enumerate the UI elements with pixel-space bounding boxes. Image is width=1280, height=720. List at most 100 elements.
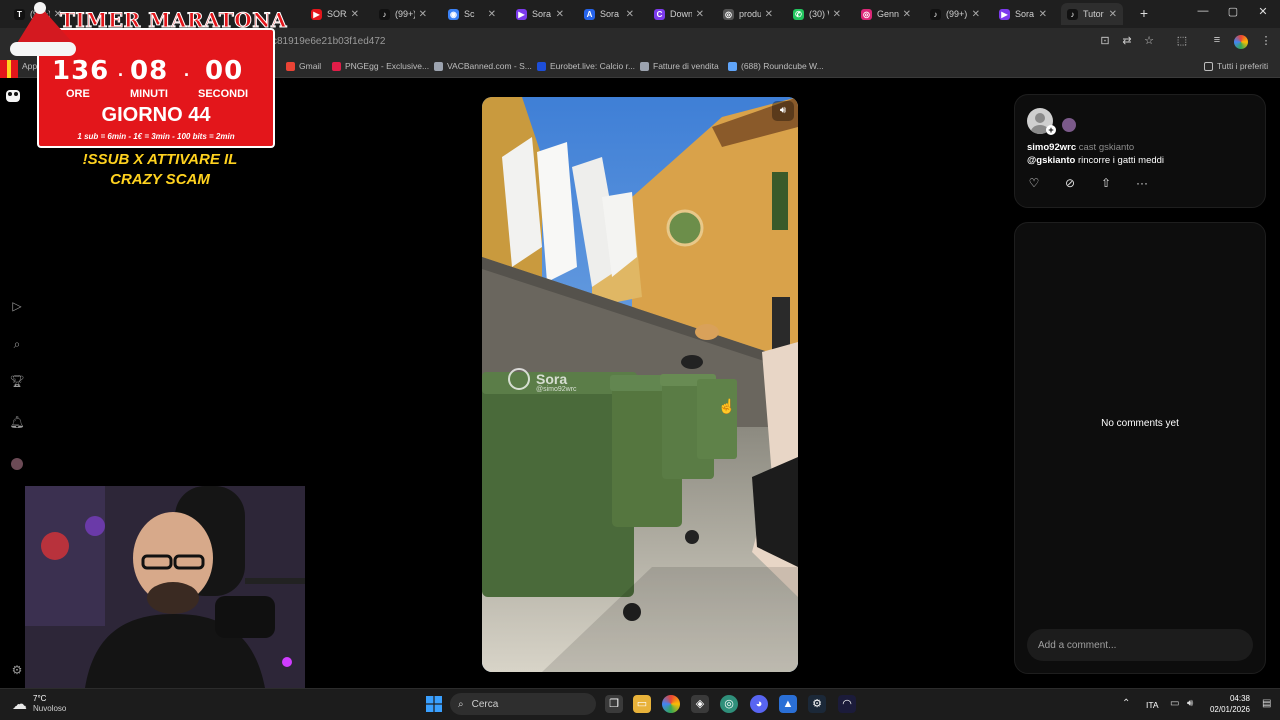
minimize-icon[interactable]: —: [1196, 5, 1210, 21]
bookmark-item[interactable]: Gmail: [286, 61, 321, 71]
new-tab-button[interactable]: +: [1136, 5, 1152, 21]
bell-icon[interactable]: 🔔︎: [9, 415, 25, 431]
language-indicator[interactable]: ITA: [1146, 700, 1159, 710]
settings-icon[interactable]: ⚙: [9, 663, 25, 679]
browser-tab[interactable]: A Sora ✕: [578, 3, 640, 25]
post-caption: @gskianto rincorre i gatti meddi: [1027, 155, 1164, 166]
close-tab-icon[interactable]: ✕: [972, 9, 980, 20]
weather-description[interactable]: Nuvoloso: [33, 704, 66, 713]
tab-favicon: ◎: [723, 8, 734, 20]
close-tab-icon[interactable]: ✕: [833, 9, 841, 20]
close-tab-icon[interactable]: ✕: [488, 9, 496, 20]
browser-tab[interactable]: ♪ Tutor ✕: [1061, 3, 1123, 25]
notification-icon[interactable]: ▤: [1262, 698, 1271, 709]
user-avatar[interactable]: [11, 458, 23, 470]
clock-date[interactable]: 02/01/2026: [1206, 705, 1250, 714]
trophy-icon[interactable]: 🏆︎: [9, 374, 25, 390]
cloud-icon[interactable]: ☁: [12, 695, 27, 713]
reading-list-icon[interactable]: ≡: [1209, 34, 1225, 50]
follow-plus-icon[interactable]: +: [1046, 125, 1056, 135]
bookmark-label: (688) Roundcube W...: [741, 61, 824, 71]
close-window-icon[interactable]: ✕: [1256, 5, 1270, 21]
bookmark-folder-all[interactable]: Tutti i preferiti: [1204, 61, 1268, 71]
tab-favicon: ◎: [861, 8, 872, 20]
tab-label: Sc: [464, 9, 475, 19]
weather-temperature[interactable]: 7°C: [33, 694, 46, 703]
close-tab-icon[interactable]: ✕: [556, 9, 564, 20]
browser-tab[interactable]: C Down ✕: [648, 3, 710, 25]
author-name[interactable]: simo92wrc: [1027, 142, 1076, 153]
caption-mention[interactable]: @gskianto: [1027, 155, 1075, 166]
browser-tab[interactable]: ▶ SORA ✕: [305, 3, 365, 25]
more-icon[interactable]: ···: [1134, 176, 1150, 192]
close-tab-icon[interactable]: ✕: [903, 9, 911, 20]
browser-tab[interactable]: ▶ Sora ✕: [993, 3, 1053, 25]
browser-tab[interactable]: ▶ Sora ✕: [510, 3, 570, 25]
browser-tab[interactable]: ♪ (99+) ✕: [924, 3, 986, 25]
steam-icon[interactable]: ⚙: [808, 695, 826, 713]
task-view-icon[interactable]: ❐: [605, 695, 623, 713]
bookmark-item[interactable]: Fatture di vendita: [640, 61, 719, 71]
tab-label: Sora: [1015, 9, 1035, 19]
extensions-icon[interactable]: ⬚: [1174, 34, 1190, 50]
volume-icon[interactable]: 🔊︎: [1187, 698, 1193, 709]
tab-label: produ: [739, 9, 761, 19]
tab-label: (99+): [395, 9, 415, 19]
close-tab-icon[interactable]: ✕: [419, 9, 427, 20]
close-tab-icon[interactable]: ✕: [765, 9, 773, 20]
windows-start-icon[interactable]: [426, 696, 442, 712]
chrome-icon[interactable]: [662, 695, 680, 713]
network-icon[interactable]: ▭: [1170, 698, 1179, 709]
close-tab-icon[interactable]: ✕: [1109, 9, 1117, 20]
volume-icon[interactable]: 🔊︎: [772, 101, 794, 121]
browser-tab[interactable]: ♪ (99+) ✕: [373, 3, 433, 25]
bookmark-item[interactable]: PNGEgg - Exclusive...: [332, 61, 429, 71]
remix-icon[interactable]: ⊘: [1062, 176, 1078, 192]
browser-tab[interactable]: ◉ Sc ✕: [442, 3, 502, 25]
tab-favicon: ◉: [448, 8, 459, 20]
file-explorer-icon[interactable]: ▭: [633, 695, 651, 713]
bookmark-label: Gmail: [299, 61, 322, 71]
sora-watermark: Sora @simo92wrc: [508, 368, 577, 393]
app-icon[interactable]: ▲: [779, 695, 797, 713]
close-tab-icon[interactable]: ✕: [626, 9, 634, 20]
search-icon[interactable]: ⌕: [9, 337, 25, 353]
bookmark-label: VACBanned.com - S...: [447, 61, 532, 71]
browser-tab[interactable]: ◎ produ ✕: [717, 3, 779, 25]
share-icon[interactable]: ⇧: [1098, 176, 1114, 192]
bookmark-item[interactable]: Eurobet.live: Calcio r...: [537, 61, 635, 71]
url-field[interactable]: c81919e6e21b03f1ed472: [272, 36, 385, 47]
bookmark-item[interactable]: VACBanned.com - S...: [434, 61, 532, 71]
close-tab-icon[interactable]: ✕: [1039, 9, 1047, 20]
maximize-icon[interactable]: ▢: [1226, 5, 1240, 21]
comment-input[interactable]: [1027, 629, 1253, 661]
cast-text[interactable]: cast gskianto: [1079, 142, 1134, 153]
cameo-avatar[interactable]: [1062, 118, 1076, 132]
clock-time[interactable]: 04:38: [1214, 694, 1250, 703]
app-icon[interactable]: ◎: [720, 695, 738, 713]
profile-icon[interactable]: [1234, 35, 1248, 49]
install-app-icon[interactable]: ⊡: [1097, 34, 1113, 50]
heart-icon[interactable]: ♡: [1026, 176, 1042, 192]
discord-icon[interactable]: ◕: [750, 695, 768, 713]
close-tab-icon[interactable]: ✕: [351, 9, 359, 20]
timer-seconds: 00: [205, 56, 244, 86]
game-app-icon[interactable]: ◈: [691, 695, 709, 713]
bookmark-apps[interactable]: App: [22, 61, 37, 71]
bookmark-favicon: [286, 61, 295, 71]
browser-tab[interactable]: ◎ Genna ✕: [855, 3, 917, 25]
bookmark-star-icon[interactable]: ☆: [1141, 34, 1157, 50]
translate-icon[interactable]: ⇄: [1119, 34, 1135, 50]
tab-label: Sora: [532, 9, 552, 19]
bookmark-item[interactable]: (688) Roundcube W...: [728, 61, 824, 71]
taskbar-search[interactable]: ⌕ Cerca: [450, 693, 596, 715]
close-tab-icon[interactable]: ✕: [696, 9, 704, 20]
explore-icon[interactable]: ▷: [9, 299, 25, 315]
browser-tab[interactable]: ✆ (30) W ✕: [787, 3, 847, 25]
app-icon[interactable]: ◠: [838, 695, 856, 713]
timer-unit-seconds: SECONDI: [198, 88, 249, 100]
show-hidden-icons[interactable]: ⌃: [1122, 698, 1130, 709]
bookmark-favicon: [537, 61, 546, 71]
tab-label: (30) W: [809, 9, 829, 19]
browser-menu-icon[interactable]: ⋮: [1258, 34, 1274, 50]
